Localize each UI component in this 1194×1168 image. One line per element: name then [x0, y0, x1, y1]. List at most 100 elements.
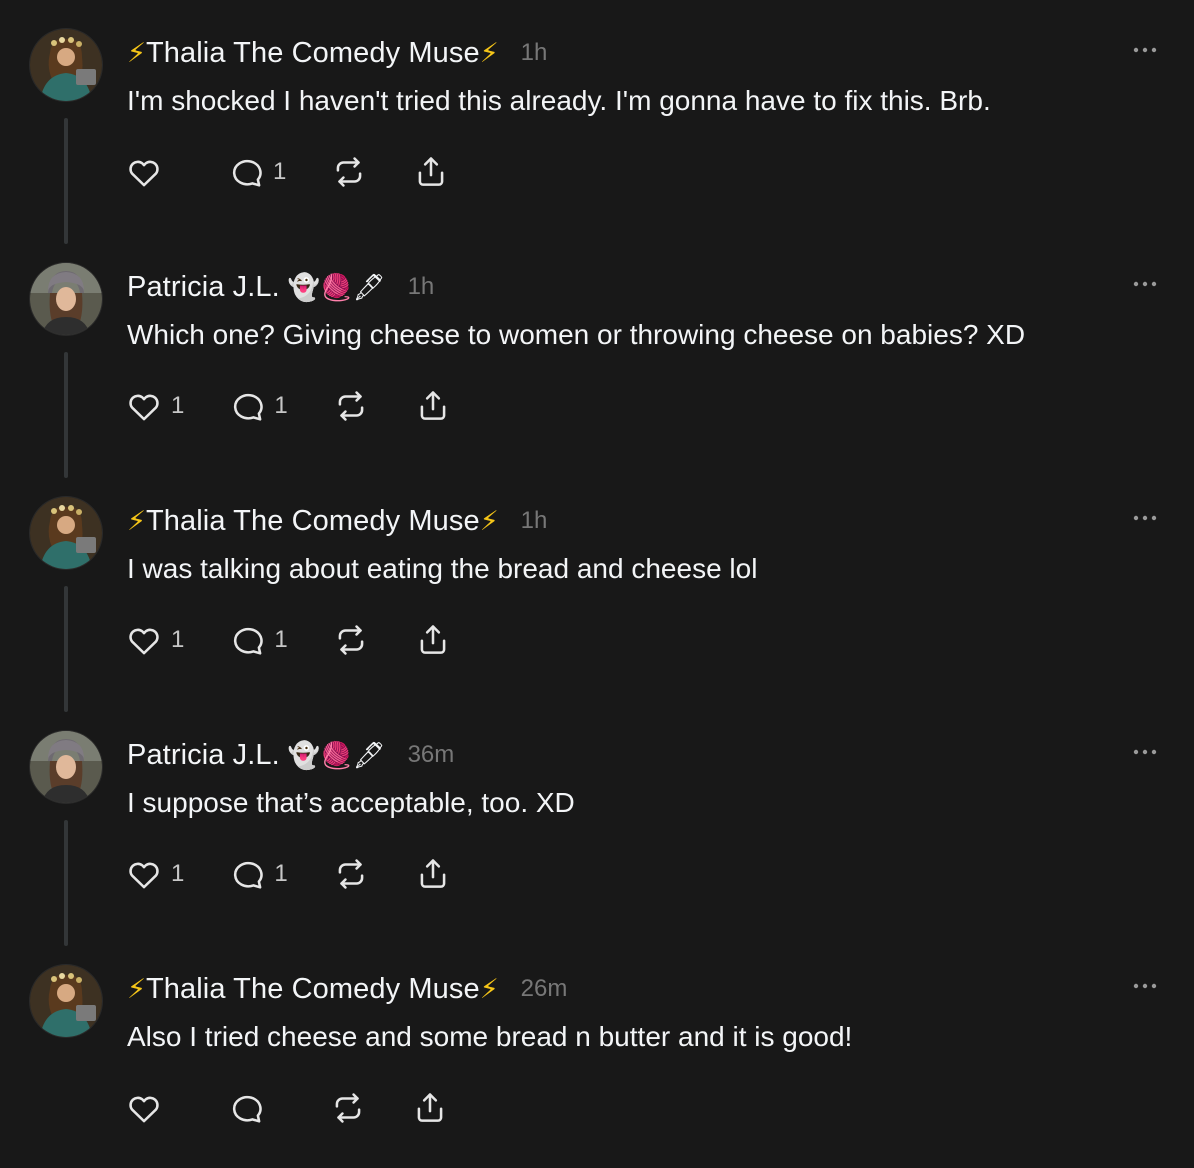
share-icon — [420, 625, 446, 654]
post-time: 1h — [520, 507, 548, 534]
post-time: 1h — [520, 39, 548, 66]
avatar[interactable] — [30, 965, 102, 1037]
share-button[interactable] — [412, 152, 450, 192]
author-suffix: ⚡ — [479, 973, 499, 1004]
author-name[interactable]: Thalia The Comedy Muse — [146, 973, 480, 1006]
post-text: I suppose that’s acceptable, too. XD — [127, 787, 575, 818]
thread-line — [64, 586, 68, 712]
post-header: ⚡ Thalia The Comedy Muse ⚡ 26m — [127, 972, 567, 1006]
like-count: 1 — [171, 860, 185, 887]
share-button[interactable] — [414, 620, 452, 660]
comment-icon — [232, 1095, 262, 1123]
reply-button[interactable]: 1 — [227, 152, 286, 192]
comment-icon — [232, 159, 262, 187]
thread-post: ⚡ Thalia The Comedy Muse ⚡ 26m Also I tr… — [0, 936, 1194, 1168]
post-time: 26m — [520, 975, 568, 1002]
share-button[interactable] — [411, 1088, 449, 1128]
repost-button[interactable] — [330, 152, 368, 192]
more-options-button[interactable] — [1130, 504, 1160, 532]
share-button[interactable] — [414, 386, 452, 426]
repost-icon — [338, 625, 364, 655]
repost-button[interactable] — [332, 386, 370, 426]
author-prefix: ⚡ — [127, 973, 146, 1004]
more-options-button[interactable] — [1130, 270, 1160, 298]
post-time: 1h — [407, 273, 435, 300]
thread-post: ⚡ Thalia The Comedy Muse ⚡ 1h I'm shocke… — [0, 0, 1194, 244]
post-header: Patricia J.L. 👻🧶🖋 1h — [127, 270, 434, 304]
heart-icon — [129, 160, 159, 187]
avatar[interactable] — [30, 263, 102, 335]
avatar[interactable] — [30, 497, 102, 569]
reply-thread: ⚡ Thalia The Comedy Muse ⚡ 1h I'm shocke… — [0, 0, 1194, 1168]
comment-icon — [234, 861, 264, 889]
share-icon — [417, 1093, 443, 1122]
repost-button[interactable] — [332, 620, 370, 660]
share-icon — [420, 859, 446, 888]
post-time: 36m — [407, 741, 455, 768]
author-name[interactable]: Thalia The Comedy Muse — [146, 505, 480, 538]
more-icon — [1133, 47, 1157, 53]
thread-post: ⚡ Thalia The Comedy Muse ⚡ 1h I was talk… — [0, 468, 1194, 712]
reply-count: 1 — [274, 392, 288, 419]
author-prefix: ⚡ — [127, 37, 146, 68]
like-button[interactable]: 1 — [125, 620, 184, 660]
reply-count: 1 — [274, 626, 288, 653]
repost-button[interactable] — [332, 854, 370, 894]
post-actions: 1 1 — [125, 620, 496, 660]
post-header: ⚡ Thalia The Comedy Muse ⚡ 1h — [127, 504, 547, 538]
post-text: Which one? Giving cheese to women or thr… — [127, 319, 1026, 350]
avatar[interactable] — [30, 731, 102, 803]
like-button[interactable]: 1 — [125, 854, 184, 894]
author-suffix: ⚡ — [479, 505, 499, 536]
post-actions: 1 — [125, 152, 494, 192]
reply-button[interactable]: 1 — [228, 854, 288, 894]
more-options-button[interactable] — [1130, 972, 1160, 1000]
reply-button[interactable]: 1 — [228, 620, 288, 660]
more-icon — [1133, 983, 1157, 989]
comment-icon — [234, 393, 264, 421]
like-button[interactable]: 1 — [125, 386, 184, 426]
more-icon — [1133, 281, 1157, 287]
reply-button[interactable]: 1 — [228, 386, 288, 426]
author-name[interactable]: Thalia The Comedy Muse — [146, 37, 480, 70]
repost-button[interactable] — [329, 1088, 367, 1128]
post-text: I was talking about eating the bread and… — [127, 553, 758, 584]
repost-icon — [337, 157, 362, 187]
thread-line — [64, 118, 68, 244]
repost-icon — [338, 859, 364, 889]
thread-post: Patricia J.L. 👻🧶🖋 36m I suppose that’s a… — [0, 702, 1194, 946]
post-text: I'm shocked I haven't tried this already… — [127, 85, 991, 116]
thread-line — [64, 820, 68, 946]
more-icon — [1133, 515, 1157, 521]
thread-post: Patricia J.L. 👻🧶🖋 1h Which one? Giving c… — [0, 234, 1194, 478]
post-text: Also I tried cheese and some bread n but… — [127, 1021, 853, 1052]
more-icon — [1133, 749, 1157, 755]
author-badges: 👻🧶🖋 — [287, 739, 386, 770]
author-name[interactable]: Patricia J.L. — [127, 271, 280, 304]
share-icon — [420, 391, 446, 420]
reply-count: 1 — [273, 158, 287, 185]
post-actions — [125, 1088, 493, 1128]
avatar[interactable] — [30, 29, 102, 101]
heart-icon — [129, 628, 159, 655]
repost-icon — [335, 1093, 361, 1123]
post-header: Patricia J.L. 👻🧶🖋 36m — [127, 738, 454, 772]
reply-button[interactable] — [227, 1088, 285, 1128]
heart-icon — [129, 394, 159, 421]
author-badges: 👻🧶🖋 — [287, 271, 386, 302]
like-count: 1 — [171, 392, 185, 419]
share-button[interactable] — [414, 854, 452, 894]
like-button[interactable] — [125, 152, 183, 192]
repost-icon — [338, 391, 364, 421]
heart-icon — [129, 862, 159, 889]
author-prefix: ⚡ — [127, 505, 146, 536]
comment-icon — [234, 627, 264, 655]
more-options-button[interactable] — [1130, 738, 1160, 766]
heart-icon — [129, 1096, 159, 1123]
author-name[interactable]: Patricia J.L. — [127, 739, 280, 772]
share-icon — [419, 157, 444, 186]
author-suffix: ⚡ — [479, 37, 499, 68]
post-header: ⚡ Thalia The Comedy Muse ⚡ 1h — [127, 36, 547, 70]
more-options-button[interactable] — [1130, 36, 1160, 64]
like-button[interactable] — [125, 1088, 183, 1128]
